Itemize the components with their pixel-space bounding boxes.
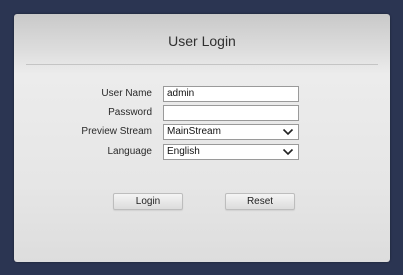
password-row: Password [14,105,390,123]
login-panel: User Login User Name admin Password Prev… [14,14,390,262]
language-value: English [167,146,200,157]
password-label: Password [108,107,152,118]
language-row: Language English [14,144,390,162]
login-button[interactable]: Login [113,193,183,210]
divider [26,64,378,65]
username-row: User Name admin [14,86,390,104]
reset-button[interactable]: Reset [225,193,295,210]
language-label: Language [107,146,153,157]
chevron-down-icon [282,148,294,156]
page-title: User Login [168,33,236,49]
username-label: User Name [101,88,152,99]
chevron-down-icon [282,128,294,136]
window-frame: User Login User Name admin Password Prev… [0,0,403,275]
password-field[interactable] [163,105,299,121]
preview-stream-select[interactable]: MainStream [163,124,299,140]
preview-stream-label: Preview Stream [81,126,152,137]
language-select[interactable]: English [163,144,299,160]
username-field[interactable]: admin [163,86,299,102]
preview-stream-row: Preview Stream MainStream [14,124,390,142]
preview-stream-value: MainStream [167,126,221,137]
